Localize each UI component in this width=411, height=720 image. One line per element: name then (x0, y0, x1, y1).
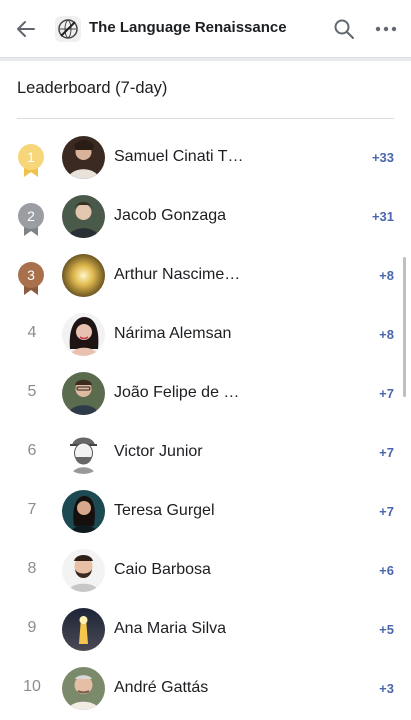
member-name[interactable]: Jacob Gonzaga (114, 207, 226, 225)
member-score: +3 (379, 681, 394, 696)
member-name[interactable]: Caio Barbosa (114, 561, 211, 579)
member-score: +33 (371, 150, 394, 165)
rank-number: 8 (27, 560, 37, 577)
medal-rank: 1 (27, 149, 35, 165)
avatar[interactable] (62, 667, 105, 710)
avatar[interactable] (62, 608, 105, 651)
rank-number: 4 (27, 324, 37, 341)
leaderboard-row[interactable]: 5 João Felipe de … +7 (0, 364, 411, 423)
avatar[interactable] (62, 372, 105, 415)
header-divider (0, 57, 411, 61)
leaderboard-row[interactable]: 8 Caio Barbosa +6 (0, 541, 411, 600)
avatar[interactable] (62, 431, 105, 474)
rank-number: 10 (23, 678, 41, 695)
rank-number: 9 (27, 619, 37, 636)
member-name[interactable]: André Gattás (114, 679, 208, 697)
leaderboard-row[interactable]: 6 Victor Junior +7 (0, 423, 411, 482)
bronze-medal-icon: 3 (18, 262, 44, 295)
avatar[interactable] (62, 313, 105, 356)
rank-number: 6 (27, 442, 37, 459)
avatar[interactable] (62, 195, 105, 238)
rank-number: 7 (27, 501, 37, 518)
member-name[interactable]: Arthur Nascime… (114, 266, 240, 284)
leaderboard-row[interactable]: 7 Teresa Gurgel +7 (0, 482, 411, 541)
section-divider (17, 118, 394, 119)
leaderboard-row[interactable]: 4 Nárima Alemsan +8 (0, 305, 411, 364)
leaderboard-row[interactable]: 1 Samuel Cinati T… +33 (0, 128, 411, 187)
avatar[interactable] (62, 490, 105, 533)
leaderboard-row[interactable]: 2 Jacob Gonzaga +31 (0, 187, 411, 246)
member-score: +6 (379, 563, 394, 578)
member-name[interactable]: Ana Maria Silva (114, 620, 226, 638)
member-score: +7 (379, 445, 394, 460)
leaderboard-row[interactable]: 9 Ana Maria Silva +5 (0, 600, 411, 659)
member-name[interactable]: Teresa Gurgel (114, 502, 215, 520)
medal-rank: 3 (27, 267, 35, 283)
scrollbar[interactable] (403, 257, 406, 397)
search-icon[interactable] (332, 17, 356, 41)
member-score: +31 (371, 209, 394, 224)
leaderboard-title: Leaderboard (7-day) (17, 79, 168, 97)
avatar[interactable] (62, 254, 105, 297)
leaderboard-row[interactable]: 10 André Gattás +3 (0, 659, 411, 718)
silver-medal-icon: 2 (18, 203, 44, 236)
member-name[interactable]: Victor Junior (114, 443, 203, 461)
member-score: +5 (379, 622, 394, 637)
member-name[interactable]: João Felipe de … (114, 384, 239, 402)
avatar[interactable] (62, 136, 105, 179)
member-score: +8 (379, 268, 394, 283)
app-bar: The Language Renaissance (0, 0, 411, 57)
arrow-left-icon[interactable] (14, 17, 38, 41)
page-title: The Language Renaissance (89, 19, 287, 36)
member-name[interactable]: Samuel Cinati T… (114, 148, 244, 166)
avatar[interactable] (62, 549, 105, 592)
group-logo-icon[interactable] (55, 16, 81, 42)
member-name[interactable]: Nárima Alemsan (114, 325, 231, 343)
gold-medal-icon: 1 (18, 144, 44, 177)
more-horizontal-icon[interactable] (374, 17, 398, 41)
medal-rank: 2 (27, 208, 35, 224)
member-score: +7 (379, 386, 394, 401)
member-score: +7 (379, 504, 394, 519)
leaderboard-row[interactable]: 3 Arthur Nascime… +8 (0, 246, 411, 305)
member-score: +8 (379, 327, 394, 342)
rank-number: 5 (27, 383, 37, 400)
